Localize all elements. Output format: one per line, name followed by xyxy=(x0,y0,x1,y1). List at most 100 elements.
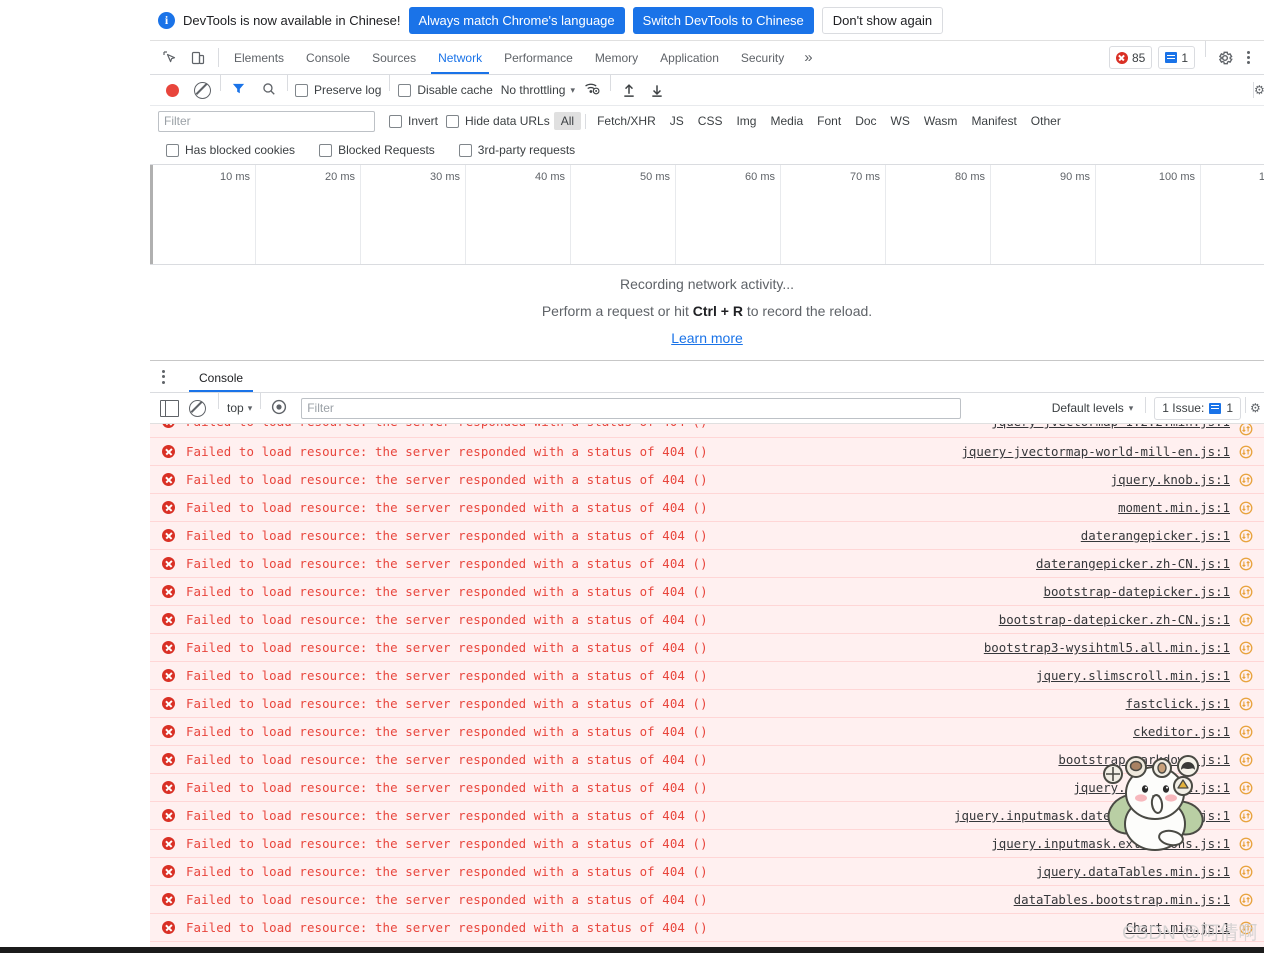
network-request-icon[interactable] xyxy=(1239,529,1253,543)
console-source-link[interactable]: moment.min.js:1 xyxy=(1118,500,1230,515)
tab-sources[interactable]: Sources xyxy=(361,41,427,74)
console-source-link[interactable]: bootstrap-markdown.js:1 xyxy=(1058,752,1230,767)
tab-performance[interactable]: Performance xyxy=(493,41,584,74)
console-source-link[interactable]: jquery.inputmask.date.extensions.js:1 xyxy=(954,808,1230,823)
message-count-badge[interactable]: 1 xyxy=(1158,46,1195,69)
console-source-link[interactable]: fastclick.js:1 xyxy=(1126,696,1230,711)
console-message-row[interactable]: Failed to load resource: the server resp… xyxy=(150,830,1264,858)
network-conditions-icon[interactable] xyxy=(584,81,600,99)
console-source-link[interactable]: bootstrap3-wysihtml5.all.min.js:1 xyxy=(984,640,1230,655)
network-request-icon[interactable] xyxy=(1239,781,1253,795)
hide-data-urls-checkbox[interactable]: Hide data URLs xyxy=(442,114,554,128)
console-source-link[interactable]: jquery-jvectormap-world-mill-en.js:1 xyxy=(961,444,1230,459)
console-source-link[interactable]: daterangepicker.js:1 xyxy=(1081,528,1230,543)
console-message-row[interactable]: Failed to load resource: the server resp… xyxy=(150,578,1264,606)
resource-type-media[interactable]: Media xyxy=(763,112,810,130)
network-request-icon[interactable] xyxy=(1239,585,1253,599)
console-message-row[interactable]: Failed to load resource: the server resp… xyxy=(150,466,1264,494)
gear-icon[interactable] xyxy=(1216,49,1234,67)
network-request-icon[interactable] xyxy=(1239,669,1253,683)
clear-icon[interactable] xyxy=(194,81,211,99)
console-message-row[interactable]: Failed to load resource: the server resp… xyxy=(150,774,1264,802)
dont-show-again-button[interactable]: Don't show again xyxy=(821,6,944,34)
log-levels-select[interactable]: Default levels ▾ xyxy=(1042,401,1144,415)
network-request-icon[interactable] xyxy=(1239,893,1253,907)
console-source-link[interactable]: Chart.min.js:1 xyxy=(1126,920,1230,935)
switch-to-chinese-button[interactable]: Switch DevTools to Chinese xyxy=(632,6,814,34)
device-toolbar-icon[interactable] xyxy=(188,48,208,68)
preserve-log-checkbox[interactable]: Preserve log xyxy=(291,83,385,97)
console-source-link[interactable]: bootstrap-datepicker.zh-CN.js:1 xyxy=(999,612,1230,627)
console-message-row[interactable]: Failed to load resource: the server resp… xyxy=(150,802,1264,830)
network-request-icon[interactable] xyxy=(1239,837,1253,851)
console-filter-input[interactable] xyxy=(301,397,962,419)
console-message-row[interactable]: Failed to load resource: the server resp… xyxy=(150,634,1264,662)
console-message-row[interactable]: Failed to load resource: the server resp… xyxy=(150,886,1264,914)
console-source-link[interactable]: daterangepicker.zh-CN.js:1 xyxy=(1036,556,1230,571)
always-match-language-button[interactable]: Always match Chrome's language xyxy=(408,6,625,34)
network-request-icon[interactable] xyxy=(1239,725,1253,739)
console-message-row[interactable]: Failed to load resource: the server resp… xyxy=(150,494,1264,522)
console-source-link[interactable]: jquery.slimscroll.min.js:1 xyxy=(1036,668,1230,683)
console-message-list[interactable]: Failed to load resource: the server resp… xyxy=(150,424,1264,953)
console-source-link[interactable]: jquery.inputmask.extensions.js:1 xyxy=(991,836,1230,851)
network-request-icon[interactable] xyxy=(1239,641,1253,655)
network-request-icon[interactable] xyxy=(1239,557,1253,571)
network-request-icon[interactable] xyxy=(1239,445,1253,459)
network-request-icon[interactable] xyxy=(1239,809,1253,823)
network-request-icon[interactable] xyxy=(1239,501,1253,515)
hide-data-urls-box[interactable] xyxy=(446,114,460,128)
network-request-icon[interactable] xyxy=(1239,613,1253,627)
console-source-link[interactable]: jquery.knob.js:1 xyxy=(1111,472,1230,487)
has-blocked-cookies-box[interactable] xyxy=(166,143,179,157)
resource-type-manifest[interactable]: Manifest xyxy=(964,112,1023,130)
resource-type-fetch-xhr[interactable]: Fetch/XHR xyxy=(590,112,663,130)
drawer-tab-console[interactable]: Console xyxy=(189,371,254,392)
issues-badge[interactable]: 1 Issue: 1 xyxy=(1154,396,1241,420)
has-blocked-cookies-checkbox[interactable]: Has blocked cookies xyxy=(162,143,299,157)
resource-type-css[interactable]: CSS xyxy=(691,112,730,130)
resource-type-js[interactable]: JS xyxy=(663,112,691,130)
console-message-row[interactable]: Failed to load resource: the server resp… xyxy=(150,662,1264,690)
console-sidebar-icon[interactable] xyxy=(160,399,179,417)
network-request-icon[interactable] xyxy=(1239,753,1253,767)
error-count-badge[interactable]: 85 xyxy=(1108,46,1153,69)
tab-network[interactable]: Network xyxy=(427,41,493,74)
throttling-select[interactable]: No throttling ▾ xyxy=(497,83,575,97)
blocked-requests-checkbox[interactable]: Blocked Requests xyxy=(315,143,439,157)
console-message-row[interactable]: Failed to load resource: the server resp… xyxy=(150,424,1264,438)
resource-type-ws[interactable]: WS xyxy=(884,112,917,130)
network-request-icon[interactable] xyxy=(1239,865,1253,879)
third-party-requests-box[interactable] xyxy=(458,143,472,157)
more-tabs-icon[interactable]: » xyxy=(795,41,821,74)
live-expression-icon[interactable] xyxy=(271,399,287,418)
console-message-row[interactable]: Failed to load resource: the server resp… xyxy=(150,718,1264,746)
resource-type-doc[interactable]: Doc xyxy=(848,112,883,130)
network-request-icon[interactable] xyxy=(1239,424,1253,436)
tab-memory[interactable]: Memory xyxy=(584,41,649,74)
kebab-menu-icon[interactable] xyxy=(1240,49,1256,67)
blocked-requests-box[interactable] xyxy=(319,143,333,157)
console-source-link[interactable]: dataTables.bootstrap.min.js:1 xyxy=(1014,892,1230,907)
search-icon[interactable] xyxy=(262,82,276,99)
console-message-row[interactable]: Failed to load resource: the server resp… xyxy=(150,522,1264,550)
console-message-row[interactable]: Failed to load resource: the server resp… xyxy=(150,550,1264,578)
third-party-requests-checkbox[interactable]: 3rd-party requests xyxy=(455,143,579,157)
funnel-filter-icon[interactable] xyxy=(231,81,246,99)
console-source-link[interactable]: jquery.dataTables.min.js:1 xyxy=(1036,864,1230,879)
tab-elements[interactable]: Elements xyxy=(223,41,295,74)
tab-application[interactable]: Application xyxy=(649,41,730,74)
execution-context-select[interactable]: top ▾ xyxy=(221,401,258,415)
record-button-icon[interactable] xyxy=(166,83,179,97)
console-message-row[interactable]: Failed to load resource: the server resp… xyxy=(150,606,1264,634)
network-request-icon[interactable] xyxy=(1239,473,1253,487)
invert-checkbox[interactable]: Invert xyxy=(385,114,442,128)
console-message-row[interactable]: Failed to load resource: the server resp… xyxy=(150,858,1264,886)
invert-box[interactable] xyxy=(389,114,402,128)
console-source-link[interactable]: jquery-jvectormap-1.2.2.min.js:1 xyxy=(991,424,1230,429)
network-request-icon[interactable] xyxy=(1239,697,1253,711)
console-message-row[interactable]: Failed to load resource: the server resp… xyxy=(150,746,1264,774)
console-settings-icon[interactable]: ⚙ xyxy=(1250,401,1260,415)
resource-type-img[interactable]: Img xyxy=(729,112,763,130)
resource-type-font[interactable]: Font xyxy=(810,112,848,130)
